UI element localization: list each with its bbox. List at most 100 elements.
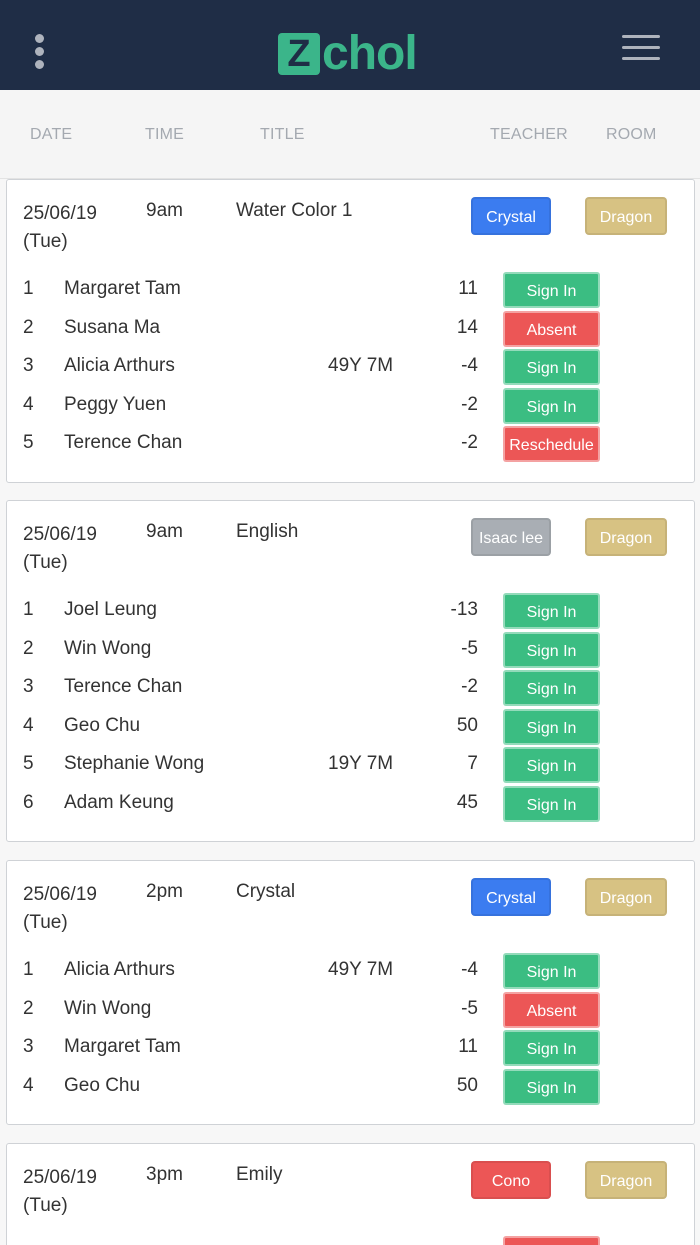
session-time: 9am — [146, 200, 183, 221]
student-name: Susana Ma — [64, 317, 161, 338]
sign-in-button[interactable]: Sign In — [503, 953, 600, 989]
student-row: 6 Adam Keung 45 Sign In — [7, 786, 694, 824]
student-number: 3 — [23, 355, 34, 376]
session-header: 25/06/19 (Tue) 9am Water Color 1 Crystal… — [7, 197, 694, 252]
student-number: 1 — [23, 278, 34, 299]
student-credit: -2 — [461, 432, 478, 453]
student-name: Margaret Tam — [64, 278, 181, 299]
student-row: 3 Alicia Arthurs 49Y 7M -4 Sign In — [7, 349, 694, 387]
student-name: Terence Chan — [64, 676, 183, 697]
app-logo: Z chol — [278, 27, 418, 80]
session-card: 25/06/19 (Tue) 9am English Isaac lee Dra… — [6, 500, 695, 842]
menu-icon[interactable] — [622, 35, 660, 61]
student-row: 4 Geo Chu 50 Sign In — [7, 709, 694, 747]
top-navbar: Z chol — [0, 0, 700, 90]
student-name: Win Wong — [64, 638, 152, 659]
student-number: 1 — [23, 959, 34, 980]
student-number: 2 — [23, 998, 34, 1019]
student-number: 2 — [23, 317, 34, 338]
student-number: 4 — [23, 715, 34, 736]
student-number: 5 — [23, 432, 34, 453]
student-credit: -4 — [461, 355, 478, 376]
absent-button[interactable]: Absent — [503, 311, 600, 347]
student-name: Alicia Arthurs — [64, 355, 175, 376]
sign-in-button[interactable]: Sign In — [503, 1030, 600, 1066]
sign-in-button[interactable]: Sign In — [503, 388, 600, 424]
session-header: 25/06/19 (Tue) 2pm Crystal Crystal Drago… — [7, 878, 694, 933]
student-row: 5 Stephanie Wong 19Y 7M 7 Sign In — [7, 747, 694, 785]
student-row: 1 Margaret Tam 11 Sign In — [7, 272, 694, 310]
student-credit: -5 — [461, 998, 478, 1019]
student-name: Geo Chu — [64, 1075, 141, 1096]
student-row: 2 Susana Ma 14 Absent — [7, 311, 694, 349]
session-date: 25/06/19 (Tue) — [23, 524, 97, 573]
teacher-badge[interactable]: Crystal — [471, 878, 551, 916]
student-number: 2 — [23, 638, 34, 659]
student-credit: 7 — [467, 753, 478, 774]
column-time: TIME — [145, 126, 185, 143]
student-row: 3 Terence Chan -2 Sign In — [7, 670, 694, 708]
column-header-row: DATE TIME TITLE TEACHER ROOM — [0, 90, 700, 179]
sign-in-button[interactable]: Sign In — [503, 670, 600, 706]
teacher-badge[interactable]: Crystal — [471, 197, 551, 235]
more-options-icon[interactable] — [31, 34, 47, 70]
reschedule-button[interactable]: Reschedule — [503, 426, 600, 462]
student-row: 4 Peggy Yuen -2 Sign In — [7, 388, 694, 426]
session-header: 25/06/19 (Tue) 9am English Isaac lee Dra… — [7, 518, 694, 573]
sign-in-button[interactable]: Sign In — [503, 349, 600, 385]
student-credit: -13 — [450, 599, 478, 620]
student-age: 19Y 7M — [328, 753, 394, 774]
column-title: TITLE — [260, 126, 305, 143]
session-card: 25/06/19 (Tue) 3pm Emily Cono Dragon — [6, 1143, 695, 1245]
room-badge[interactable]: Dragon — [585, 878, 667, 916]
column-date: DATE — [30, 126, 73, 143]
student-number: 5 — [23, 753, 34, 774]
student-name: Peggy Yuen — [64, 394, 167, 415]
sign-in-button[interactable]: Sign In — [503, 593, 600, 629]
room-badge[interactable]: Dragon — [585, 197, 667, 235]
student-row: 3 Margaret Tam 11 Sign In — [7, 1030, 694, 1068]
sign-in-button[interactable]: Sign In — [503, 709, 600, 745]
teacher-badge[interactable]: Isaac lee — [471, 518, 551, 556]
student-name: Stephanie Wong — [64, 753, 205, 774]
session-header: 25/06/19 (Tue) 3pm Emily Cono Dragon — [7, 1161, 694, 1216]
sign-in-button[interactable]: Sign In — [503, 272, 600, 308]
student-credit: 50 — [456, 1075, 478, 1096]
student-age: 49Y 7M — [328, 959, 394, 980]
student-number: 4 — [23, 394, 34, 415]
session-time: 2pm — [146, 881, 183, 902]
sign-in-button[interactable]: Sign In — [503, 786, 600, 822]
absent-button[interactable]: Absent — [503, 992, 600, 1028]
student-credit: -2 — [461, 394, 478, 415]
student-credit: 50 — [456, 715, 478, 736]
student-credit: -4 — [461, 959, 478, 980]
logo-wordmark: chol — [322, 27, 418, 80]
sign-in-button[interactable]: Sign In — [503, 1069, 600, 1105]
student-number: 6 — [23, 792, 34, 813]
student-credit: 45 — [456, 792, 478, 813]
student-age: 49Y 7M — [328, 355, 394, 376]
room-badge[interactable]: Dragon — [585, 518, 667, 556]
student-name: Joel Leung — [64, 599, 157, 620]
session-time: 3pm — [146, 1164, 183, 1185]
student-number: 4 — [23, 1075, 34, 1096]
student-name: Alicia Arthurs — [64, 959, 175, 980]
session-card: 25/06/19 (Tue) 9am Water Color 1 Crystal… — [6, 179, 695, 483]
student-name: Geo Chu — [64, 715, 141, 736]
room-badge[interactable]: Dragon — [585, 1161, 667, 1199]
session-date: 25/06/19 (Tue) — [23, 1167, 97, 1216]
student-number: 1 — [23, 599, 34, 620]
session-title: English — [236, 521, 299, 542]
student-name: Adam Keung — [64, 792, 174, 813]
column-room: ROOM — [606, 126, 657, 143]
session-card: 25/06/19 (Tue) 2pm Crystal Crystal Drago… — [6, 860, 695, 1125]
session-time: 9am — [146, 521, 183, 542]
teacher-badge[interactable]: Cono — [471, 1161, 551, 1199]
sign-in-button[interactable]: Sign In — [503, 632, 600, 668]
sign-in-button[interactable]: Sign In — [503, 747, 600, 783]
column-teacher: TEACHER — [490, 126, 568, 143]
student-credit: 11 — [458, 1036, 478, 1057]
student-name: Terence Chan — [64, 432, 183, 453]
student-row: 2 Win Wong -5 Absent — [7, 992, 694, 1030]
student-credit: 14 — [456, 317, 478, 338]
